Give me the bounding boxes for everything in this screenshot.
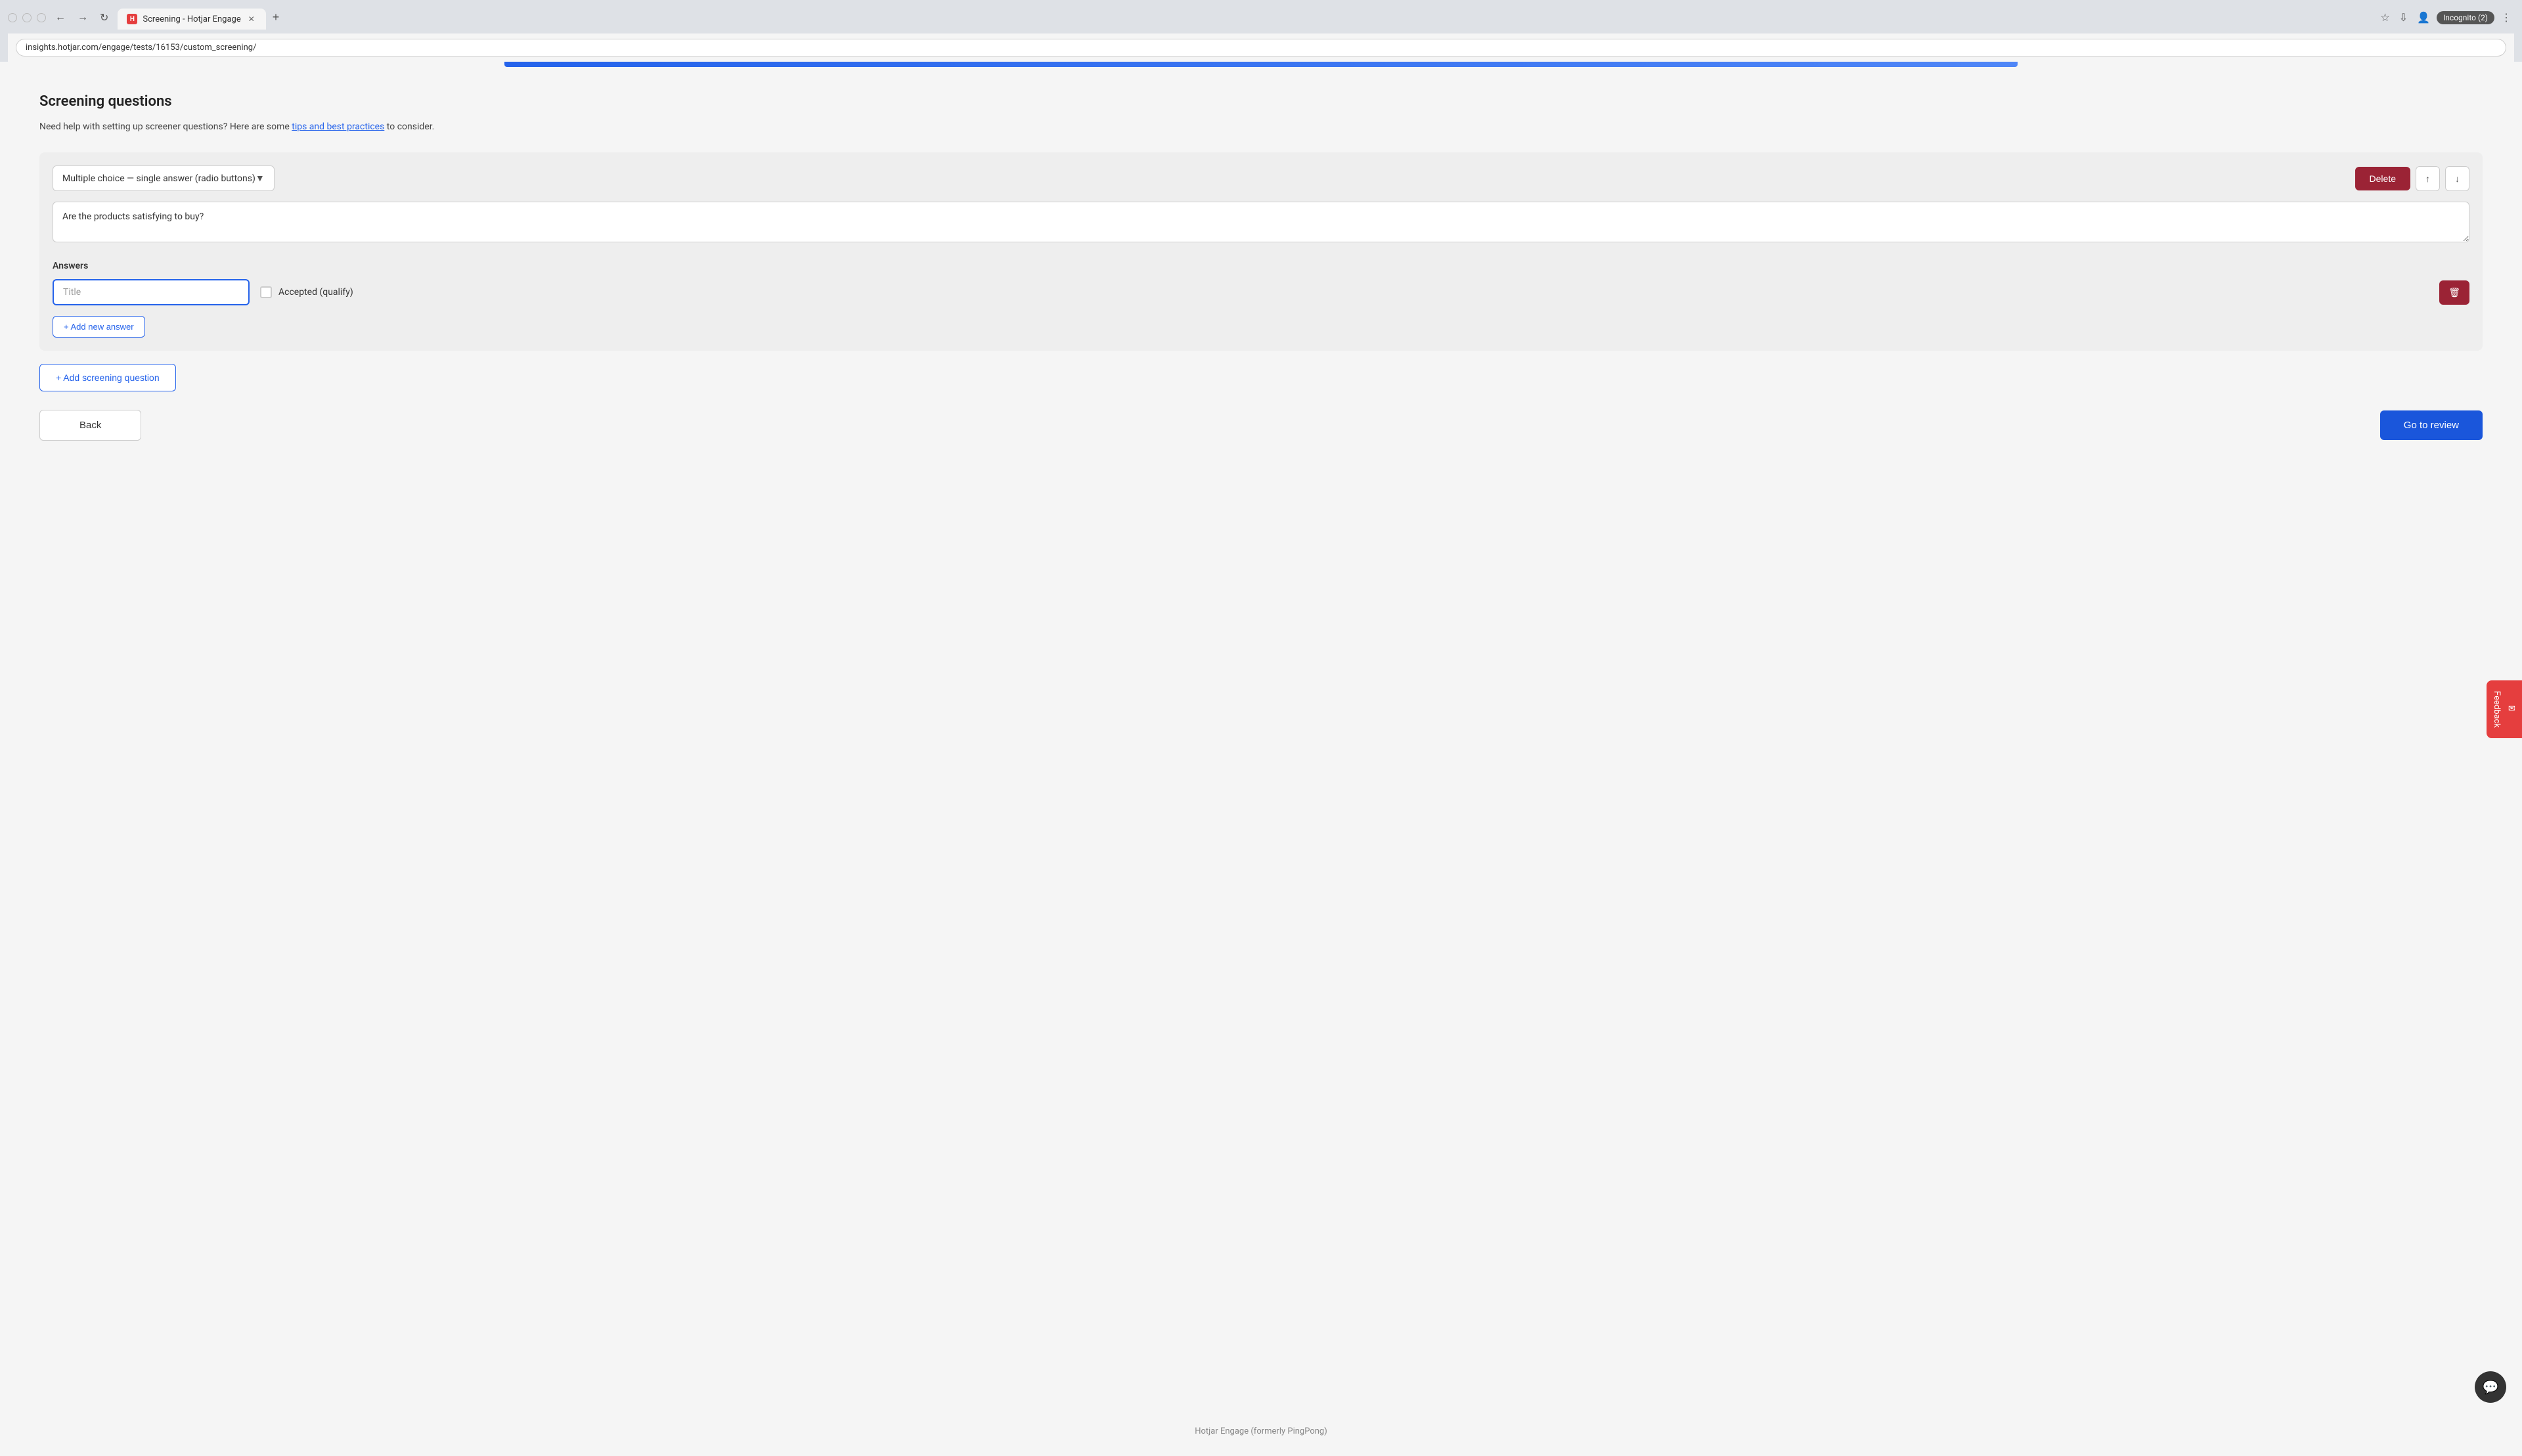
accepted-qualify-checkbox[interactable] xyxy=(260,286,272,298)
maximize-button[interactable] xyxy=(22,13,32,22)
chevron-down-icon: ▼ xyxy=(255,173,265,184)
download-button[interactable]: ⇩ xyxy=(2397,9,2410,27)
question-textarea[interactable]: Are the products satisfying to buy? xyxy=(53,202,2469,242)
browser-chrome: ← → ↻ H Screening - Hotjar Engage ✕ + ☆ … xyxy=(0,0,2522,62)
chat-widget[interactable]: 💬 xyxy=(2475,1371,2506,1403)
footer-text: Hotjar Engage (formerly PingPong) xyxy=(1195,1426,1327,1436)
browser-actions: ☆ ⇩ 👤 Incognito (2) ⋮ xyxy=(2378,9,2514,27)
incognito-badge[interactable]: Incognito (2) xyxy=(2437,11,2494,24)
answers-section: Answers Accepted (qualify) 🗑 + Add new a… xyxy=(53,261,2469,338)
answer-row: Accepted (qualify) 🗑 xyxy=(53,279,2469,305)
feedback-icon: ✉ xyxy=(2507,705,2517,715)
bottom-actions: + Add screening question xyxy=(39,364,2483,391)
browser-top-bar: ← → ↻ H Screening - Hotjar Engage ✕ + ☆ … xyxy=(8,5,2514,30)
minimize-button[interactable] xyxy=(8,13,17,22)
delete-answer-button[interactable]: 🗑 xyxy=(2439,280,2469,305)
top-banner xyxy=(504,62,2018,67)
answers-label: Answers xyxy=(53,261,2469,271)
feedback-widget[interactable]: ✉ Feedback xyxy=(2487,680,2522,738)
address-bar-row: insights.hotjar.com/engage/tests/16153/c… xyxy=(8,33,2514,62)
menu-button[interactable]: ⋮ xyxy=(2498,9,2514,27)
go-to-review-button[interactable]: Go to review xyxy=(2380,410,2483,440)
back-button[interactable]: Back xyxy=(39,410,141,441)
profile-button[interactable]: 👤 xyxy=(2414,9,2433,27)
new-tab-button[interactable]: + xyxy=(267,5,285,30)
chat-icon: 💬 xyxy=(2483,1379,2499,1395)
help-text-before: Need help with setting up screener quest… xyxy=(39,121,292,132)
page-title: Screening questions xyxy=(39,93,2483,110)
address-bar[interactable]: insights.hotjar.com/engage/tests/16153/c… xyxy=(16,39,2506,56)
question-card: Multiple choice — single answer (radio b… xyxy=(39,152,2483,351)
question-type-label: Multiple choice — single answer (radio b… xyxy=(62,173,255,184)
tab-title: Screening - Hotjar Engage xyxy=(143,14,240,24)
tabs-row: H Screening - Hotjar Engage ✕ + xyxy=(118,5,284,30)
tab-favicon: H xyxy=(127,14,137,24)
nav-buttons: Back Go to review xyxy=(39,410,2483,441)
address-url: insights.hotjar.com/engage/tests/16153/c… xyxy=(26,43,2496,53)
help-text: Need help with setting up screener quest… xyxy=(39,120,2483,134)
bookmark-button[interactable]: ☆ xyxy=(2378,9,2392,27)
question-card-header: Multiple choice — single answer (radio b… xyxy=(53,165,2469,191)
help-text-after: to consider. xyxy=(384,121,434,132)
answer-title-input[interactable] xyxy=(53,279,250,305)
add-answer-button[interactable]: + Add new answer xyxy=(53,316,145,338)
question-type-select[interactable]: Multiple choice — single answer (radio b… xyxy=(53,165,275,191)
page-content: Screening questions Need help with setti… xyxy=(0,67,2522,1407)
move-down-button[interactable]: ↓ xyxy=(2445,166,2469,191)
forward-nav-button[interactable]: → xyxy=(74,11,92,25)
delete-button[interactable]: Delete xyxy=(2355,167,2410,190)
accepted-qualify-label: Accepted (qualify) xyxy=(278,287,353,298)
active-tab[interactable]: H Screening - Hotjar Engage ✕ xyxy=(118,9,265,30)
close-button[interactable] xyxy=(37,13,46,22)
card-actions: Delete ↑ ↓ xyxy=(2355,166,2469,191)
tips-link[interactable]: tips and best practices xyxy=(292,121,384,132)
window-controls xyxy=(8,13,46,22)
tab-close-button[interactable]: ✕ xyxy=(246,14,257,24)
accepted-qualify-container: Accepted (qualify) xyxy=(260,286,353,298)
move-up-button[interactable]: ↑ xyxy=(2416,166,2440,191)
footer: Hotjar Engage (formerly PingPong) xyxy=(0,1407,2522,1456)
nav-controls: ← → ↻ xyxy=(51,10,112,26)
feedback-label: Feedback xyxy=(2492,691,2502,728)
back-nav-button[interactable]: ← xyxy=(51,11,70,25)
reload-button[interactable]: ↻ xyxy=(96,10,112,26)
add-screening-question-button[interactable]: + Add screening question xyxy=(39,364,176,391)
